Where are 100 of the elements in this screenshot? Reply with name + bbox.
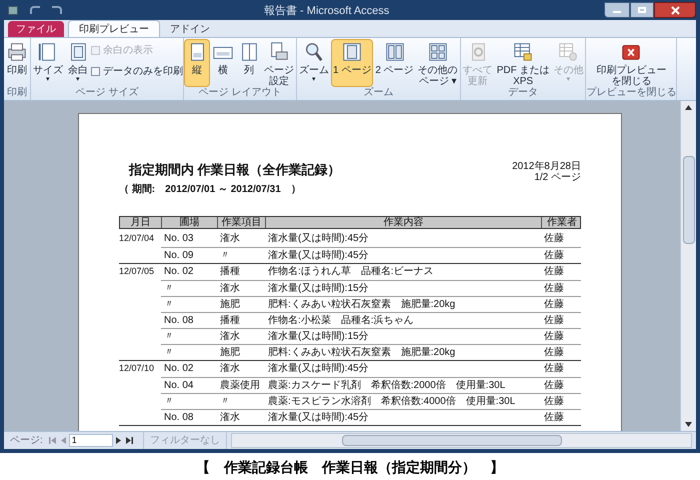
group-label: ページ サイズ bbox=[74, 87, 140, 100]
table-cell-text: 作物名:ほうれん草 品種名:ビーナス bbox=[267, 264, 435, 279]
ribbon-button[interactable]: ページ 設定 bbox=[262, 39, 296, 87]
report-date: 2012年8月28日 bbox=[512, 161, 581, 172]
one-page-icon bbox=[341, 41, 364, 63]
page-printer-icon bbox=[268, 41, 290, 63]
ribbon-tab[interactable]: 印刷プレビュー bbox=[68, 20, 160, 37]
table-cell-text: 潅水 bbox=[219, 282, 241, 296]
table-cell-text: No. 03 bbox=[163, 232, 194, 246]
table-cell-text: 潅水量(又は時間):45分 bbox=[267, 410, 370, 424]
page-label: ページ: bbox=[9, 434, 44, 448]
table-cell-text: No. 09 bbox=[163, 248, 194, 262]
table-cell-text: 〃 bbox=[163, 346, 175, 360]
table-cell-text: 佐藤 bbox=[543, 298, 565, 312]
table-cell-text: 〃 bbox=[219, 248, 231, 262]
caption: 【 作業記録台帳 作業日報（指定期間分） 】 bbox=[195, 458, 505, 477]
close-button[interactable] bbox=[654, 2, 696, 18]
table-cell-text: No. 08 bbox=[163, 410, 194, 424]
table-cell-text: 潅水量(又は時間):45分 bbox=[267, 362, 370, 376]
column-header: 圃場 bbox=[162, 216, 218, 228]
table-cell-text: 肥料:くみあい粒状石灰窒素 施肥量:20kg bbox=[267, 298, 456, 312]
table-cell-text: No. 02 bbox=[163, 265, 194, 279]
table-database-icon bbox=[557, 41, 580, 63]
minimize-button[interactable] bbox=[604, 2, 630, 18]
file-tab[interactable]: ファイル bbox=[8, 21, 64, 37]
ribbon-button[interactable]: 印刷 bbox=[4, 39, 30, 87]
group-label: プレビューを閉じる bbox=[586, 87, 676, 100]
maximize-button[interactable] bbox=[630, 2, 654, 18]
column-header: 作業者 bbox=[546, 216, 578, 228]
magnifier-icon bbox=[303, 41, 325, 63]
table-cell-text: 12/07/04 bbox=[119, 232, 156, 245]
scroll-thumb[interactable] bbox=[682, 156, 694, 244]
table-cell-text: 佐藤 bbox=[543, 410, 565, 424]
ribbon-button[interactable]: 印刷プレビュー を閉じる bbox=[594, 39, 668, 87]
report-period: （ 期間: 2012/07/01 ～ 2012/07/31 ） bbox=[119, 182, 302, 196]
ribbon-button[interactable]: 2 ページ bbox=[373, 39, 416, 87]
vertical-scrollbar[interactable] bbox=[680, 101, 696, 431]
page-number-field[interactable]: 1 bbox=[68, 434, 113, 447]
table-cell-text: 〃 bbox=[163, 394, 175, 408]
table-cell-text: 12/07/05 bbox=[119, 264, 156, 278]
undo-icon[interactable] bbox=[30, 6, 40, 14]
table-cell-text: 農薬:カスケード乳剤 希釈倍数:2000倍 使用量:30L bbox=[267, 378, 506, 392]
horizontal-scrollbar[interactable] bbox=[230, 433, 692, 448]
table-cell-text: 佐藤 bbox=[543, 264, 565, 279]
table-cell-text: 佐藤 bbox=[543, 346, 565, 360]
table-cell-text: 施肥 bbox=[219, 298, 241, 312]
table-cell-text: 潅水 bbox=[219, 410, 241, 424]
app-icon bbox=[8, 6, 18, 14]
scroll-down-icon[interactable] bbox=[685, 422, 692, 427]
table-cell-text: 〃 bbox=[163, 298, 175, 312]
ribbon-button[interactable]: その他の ページ ▾ bbox=[416, 39, 460, 87]
table-cell-text: 農薬使用 bbox=[219, 378, 261, 392]
column-header: 作業項目 bbox=[218, 216, 266, 228]
group-label: ズーム bbox=[362, 87, 394, 100]
close-icon bbox=[670, 6, 680, 14]
table-cell-text: 佐藤 bbox=[543, 330, 565, 344]
redo-icon[interactable] bbox=[52, 6, 62, 14]
table-cell-text: No. 08 bbox=[163, 314, 194, 328]
table-cell-text: 作物名:小松菜 品種名:浜ちゃん bbox=[267, 314, 415, 328]
table-cell-text: 潅水 bbox=[219, 330, 241, 344]
four-pages-icon bbox=[426, 41, 449, 63]
column-header: 月日 bbox=[120, 216, 162, 228]
table-cell-text: 潅水 bbox=[219, 232, 241, 246]
ribbon-button[interactable]: 1 ページ bbox=[331, 39, 374, 87]
table-cell-text: 施肥 bbox=[219, 346, 241, 360]
window-title: 報告書 - Microsoft Access bbox=[264, 4, 390, 19]
ribbon-button[interactable]: PDF または XPS bbox=[494, 39, 552, 87]
table-cell-text: 佐藤 bbox=[543, 314, 565, 328]
table-cell-text: 佐藤 bbox=[543, 378, 565, 392]
table-cell-text: 潅水量(又は時間):15分 bbox=[267, 282, 370, 296]
table-cell-text: 佐藤 bbox=[543, 394, 565, 408]
table-cell-text: No. 02 bbox=[163, 362, 194, 376]
table-cell-text: 播種 bbox=[219, 264, 241, 279]
scroll-up-icon[interactable] bbox=[685, 105, 692, 110]
table-cell-text: 〃 bbox=[219, 394, 231, 408]
group-label: データ bbox=[507, 87, 540, 100]
column-header: 作業内容 bbox=[266, 216, 542, 228]
table-cell-text: 播種 bbox=[219, 314, 241, 328]
ribbon-button[interactable]: 横 bbox=[210, 39, 236, 87]
table-cell-text: 農薬:モスピラン水溶剤 希釈倍数:4000倍 使用量:30L bbox=[267, 394, 516, 408]
last-page-icon[interactable] bbox=[124, 437, 135, 444]
table-cell-text: 佐藤 bbox=[543, 362, 565, 376]
table-cell-text: 佐藤 bbox=[543, 248, 565, 262]
table-cell-text: 12/07/10 bbox=[119, 362, 156, 375]
table-cell-text: 潅水 bbox=[219, 362, 241, 376]
table-cell-text: No. 04 bbox=[163, 378, 194, 392]
table-export-icon bbox=[512, 41, 534, 63]
group-label: 印刷 bbox=[6, 87, 28, 100]
checkbox[interactable]: データのみを印刷 bbox=[91, 64, 183, 79]
two-pages-icon bbox=[384, 41, 406, 63]
table-cell-text: 佐藤 bbox=[543, 232, 565, 246]
table-cell-text: 〃 bbox=[163, 282, 175, 296]
report-title: 指定期間内 作業日報（全作業記録） bbox=[128, 161, 341, 179]
table-cell-text: 肥料:くみあい粒状石灰窒素 施肥量:20kg bbox=[267, 346, 456, 360]
printer-icon bbox=[6, 41, 28, 63]
ribbon-button[interactable]: 列 bbox=[236, 39, 262, 87]
ribbon-tab[interactable]: アドイン bbox=[160, 21, 220, 37]
group-label: ページ レイアウト bbox=[198, 87, 282, 100]
ribbon-button[interactable]: 縦 bbox=[184, 39, 210, 87]
table-cell-text: 佐藤 bbox=[543, 282, 565, 296]
